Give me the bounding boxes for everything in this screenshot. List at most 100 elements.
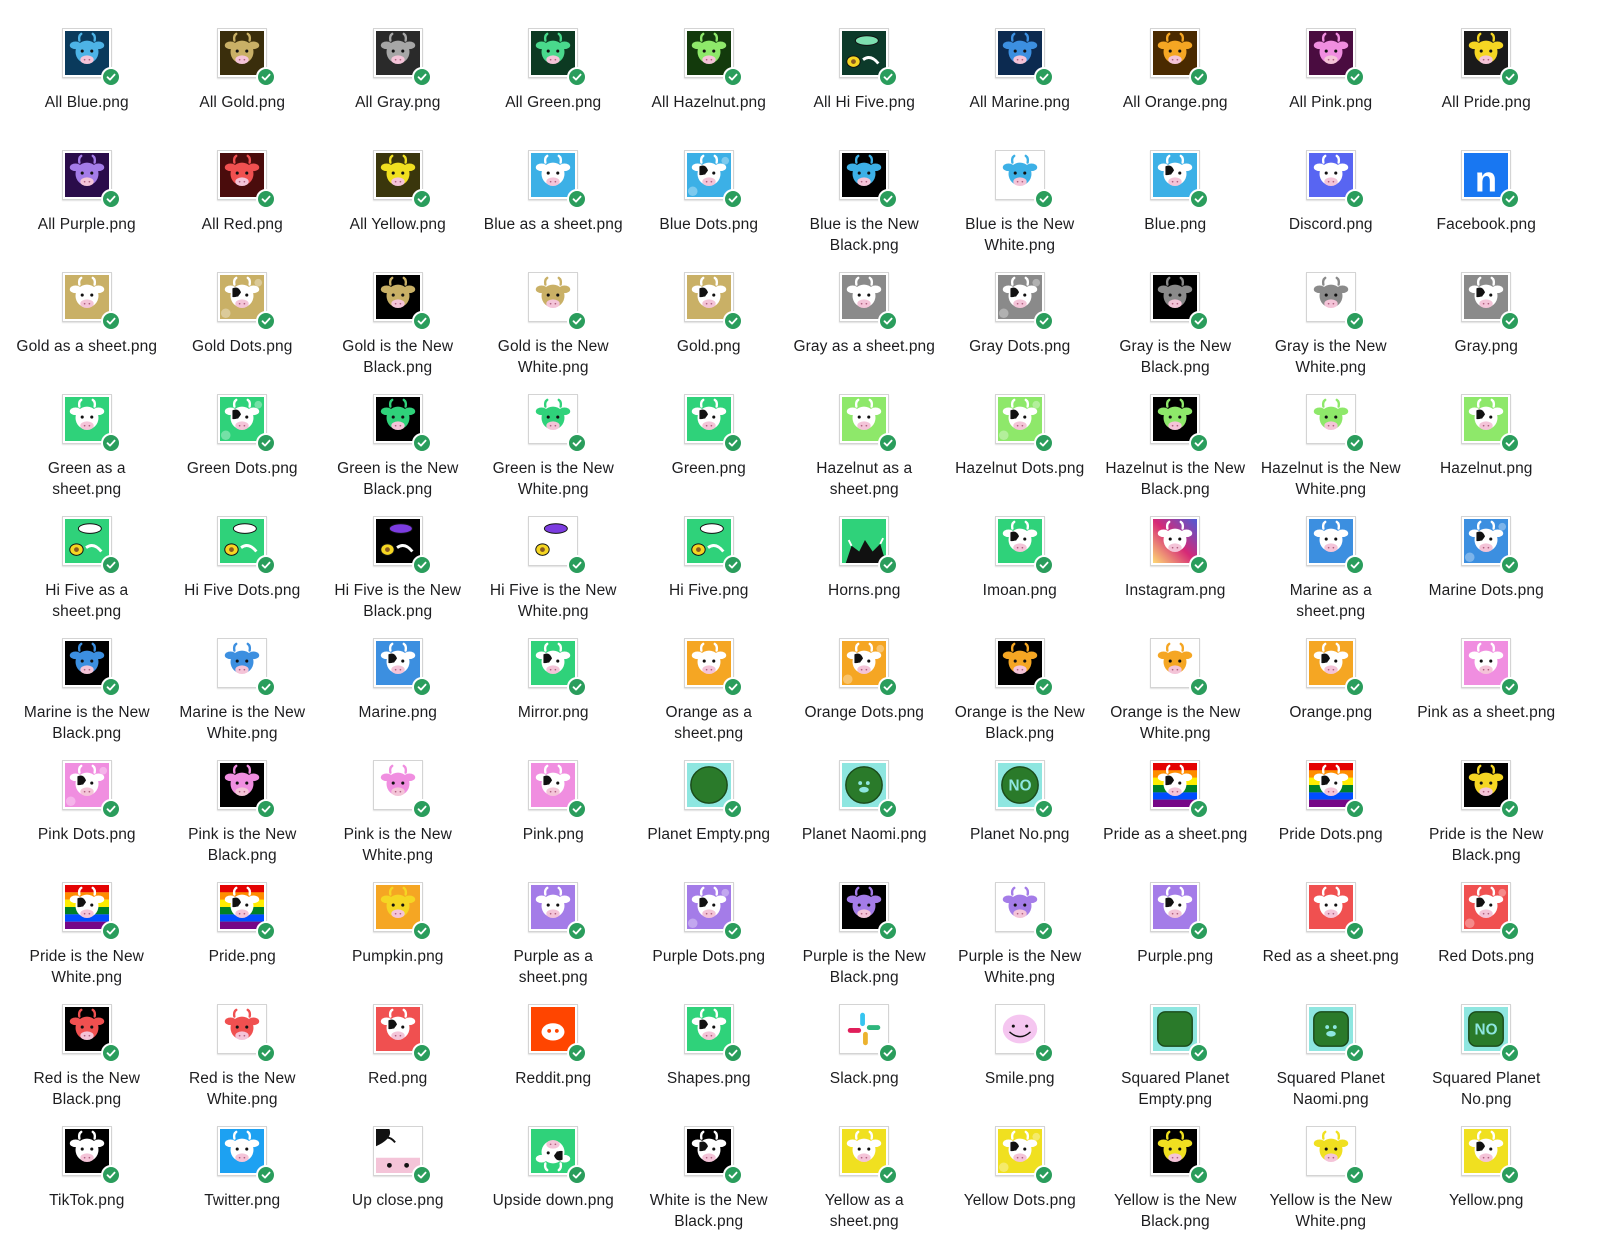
file-item-hi-five-as-a-sheet[interactable]: Hi Five as a sheet.png xyxy=(9,516,165,638)
file-item-blue-as-a-sheet[interactable]: Blue as a sheet.png xyxy=(476,150,632,272)
file-item-smile[interactable]: Smile.png xyxy=(942,1004,1098,1126)
file-item-pride[interactable]: Pride.png xyxy=(165,882,321,1004)
file-thumbnail[interactable] xyxy=(372,1004,432,1063)
file-item-gold[interactable]: Gold.png xyxy=(631,272,787,394)
file-item-pride-as-a-sheet[interactable]: Pride as a sheet.png xyxy=(1098,760,1254,882)
file-thumbnail[interactable] xyxy=(1150,28,1210,87)
file-thumbnail[interactable] xyxy=(372,394,432,453)
file-item-yellow-is-the-new-white[interactable]: Yellow is the New White.png xyxy=(1253,1126,1409,1248)
file-item-gold-is-the-new-black[interactable]: Gold is the New Black.png xyxy=(320,272,476,394)
file-item-planet-naomi[interactable]: Planet Naomi.png xyxy=(787,760,943,882)
file-item-tiktok[interactable]: TikTok.png xyxy=(9,1126,165,1248)
file-item-shapes[interactable]: Shapes.png xyxy=(631,1004,787,1126)
file-thumbnail[interactable] xyxy=(994,150,1054,209)
file-thumbnail[interactable] xyxy=(1305,1126,1365,1185)
file-thumbnail[interactable]: NO xyxy=(1461,1004,1521,1063)
file-item-all-hazelnut[interactable]: All Hazelnut.png xyxy=(631,28,787,150)
file-thumbnail[interactable] xyxy=(683,882,743,941)
file-thumbnail[interactable] xyxy=(61,760,121,819)
file-item-blue-is-the-new-black[interactable]: Blue is the New Black.png xyxy=(787,150,943,272)
file-item-facebook[interactable]: n Facebook.png xyxy=(1409,150,1565,272)
file-item-squared-planet-no[interactable]: NO Squared Planet No.png xyxy=(1409,1004,1565,1126)
file-thumbnail[interactable] xyxy=(1150,394,1210,453)
file-thumbnail[interactable]: NO xyxy=(994,760,1054,819)
file-thumbnail[interactable] xyxy=(683,1126,743,1185)
file-item-gold-is-the-new-white[interactable]: Gold is the New White.png xyxy=(476,272,632,394)
file-item-marine-as-a-sheet[interactable]: Marine as a sheet.png xyxy=(1253,516,1409,638)
file-item-gold-dots[interactable]: Gold Dots.png xyxy=(165,272,321,394)
file-item-all-red[interactable]: All Red.png xyxy=(165,150,321,272)
file-item-pink-dots[interactable]: Pink Dots.png xyxy=(9,760,165,882)
file-item-hazelnut-as-a-sheet[interactable]: Hazelnut as a sheet.png xyxy=(787,394,943,516)
file-item-red-is-the-new-black[interactable]: Red is the New Black.png xyxy=(9,1004,165,1126)
file-item-green-is-the-new-white[interactable]: Green is the New White.png xyxy=(476,394,632,516)
file-thumbnail[interactable] xyxy=(994,1004,1054,1063)
file-item-horns[interactable]: Horns.png xyxy=(787,516,943,638)
file-thumbnail[interactable] xyxy=(1150,150,1210,209)
file-item-blue[interactable]: Blue.png xyxy=(1098,150,1254,272)
file-thumbnail[interactable] xyxy=(1305,882,1365,941)
file-thumbnail[interactable] xyxy=(994,516,1054,575)
file-item-gray-is-the-new-black[interactable]: Gray is the New Black.png xyxy=(1098,272,1254,394)
file-thumbnail[interactable] xyxy=(528,394,588,453)
file-thumbnail[interactable] xyxy=(61,28,121,87)
file-item-marine[interactable]: Marine.png xyxy=(320,638,476,760)
file-thumbnail[interactable] xyxy=(1150,1126,1210,1185)
file-thumbnail[interactable] xyxy=(994,272,1054,331)
file-thumbnail[interactable] xyxy=(839,760,899,819)
file-thumbnail[interactable] xyxy=(217,394,277,453)
file-item-purple-is-the-new-black[interactable]: Purple is the New Black.png xyxy=(787,882,943,1004)
file-item-discord[interactable]: Discord.png xyxy=(1253,150,1409,272)
file-thumbnail[interactable] xyxy=(1150,760,1210,819)
file-item-marine-is-the-new-black[interactable]: Marine is the New Black.png xyxy=(9,638,165,760)
file-thumbnail[interactable] xyxy=(994,638,1054,697)
file-thumbnail[interactable] xyxy=(839,516,899,575)
file-item-pink[interactable]: Pink.png xyxy=(476,760,632,882)
file-thumbnail[interactable] xyxy=(61,882,121,941)
file-item-all-pride[interactable]: All Pride.png xyxy=(1409,28,1565,150)
file-item-red-dots[interactable]: Red Dots.png xyxy=(1409,882,1565,1004)
file-thumbnail[interactable] xyxy=(1305,516,1365,575)
file-thumbnail[interactable] xyxy=(683,394,743,453)
file-item-orange-is-the-new-black[interactable]: Orange is the New Black.png xyxy=(942,638,1098,760)
file-item-mirror[interactable]: Mirror.png xyxy=(476,638,632,760)
file-item-pink-is-the-new-black[interactable]: Pink is the New Black.png xyxy=(165,760,321,882)
file-thumbnail[interactable] xyxy=(1305,394,1365,453)
file-item-marine-dots[interactable]: Marine Dots.png xyxy=(1409,516,1565,638)
file-thumbnail[interactable] xyxy=(1461,516,1521,575)
file-thumbnail[interactable] xyxy=(217,28,277,87)
file-item-pride-dots[interactable]: Pride Dots.png xyxy=(1253,760,1409,882)
file-item-hi-five-dots[interactable]: Hi Five Dots.png xyxy=(165,516,321,638)
file-item-yellow-is-the-new-black[interactable]: Yellow is the New Black.png xyxy=(1098,1126,1254,1248)
file-thumbnail[interactable] xyxy=(1305,638,1365,697)
file-thumbnail[interactable] xyxy=(61,516,121,575)
file-item-squared-planet-naomi[interactable]: Squared Planet Naomi.png xyxy=(1253,1004,1409,1126)
file-item-green-is-the-new-black[interactable]: Green is the New Black.png xyxy=(320,394,476,516)
file-thumbnail[interactable] xyxy=(217,638,277,697)
file-thumbnail[interactable] xyxy=(528,638,588,697)
file-thumbnail[interactable] xyxy=(528,1126,588,1185)
file-item-red-is-the-new-white[interactable]: Red is the New White.png xyxy=(165,1004,321,1126)
file-thumbnail[interactable] xyxy=(683,516,743,575)
file-thumbnail[interactable] xyxy=(61,394,121,453)
file-thumbnail[interactable] xyxy=(1461,28,1521,87)
file-item-twitter[interactable]: Twitter.png xyxy=(165,1126,321,1248)
file-item-yellow-as-a-sheet[interactable]: Yellow as a sheet.png xyxy=(787,1126,943,1248)
file-thumbnail[interactable] xyxy=(528,28,588,87)
file-item-all-orange[interactable]: All Orange.png xyxy=(1098,28,1254,150)
file-thumbnail[interactable] xyxy=(217,272,277,331)
file-item-all-pink[interactable]: All Pink.png xyxy=(1253,28,1409,150)
file-thumbnail[interactable] xyxy=(1150,272,1210,331)
file-thumbnail[interactable] xyxy=(1150,516,1210,575)
file-item-squared-planet-empty[interactable]: Squared Planet Empty.png xyxy=(1098,1004,1254,1126)
file-thumbnail[interactable] xyxy=(528,1004,588,1063)
file-item-instagram[interactable]: Instagram.png xyxy=(1098,516,1254,638)
file-item-green-as-a-sheet[interactable]: Green as a sheet.png xyxy=(9,394,165,516)
file-thumbnail[interactable]: n xyxy=(1461,150,1521,209)
file-thumbnail[interactable] xyxy=(1305,1004,1365,1063)
file-item-red[interactable]: Red.png xyxy=(320,1004,476,1126)
file-item-planet-no[interactable]: NO Planet No.png xyxy=(942,760,1098,882)
file-thumbnail[interactable] xyxy=(683,760,743,819)
file-item-blue-is-the-new-white[interactable]: Blue is the New White.png xyxy=(942,150,1098,272)
file-item-hazelnut[interactable]: Hazelnut.png xyxy=(1409,394,1565,516)
